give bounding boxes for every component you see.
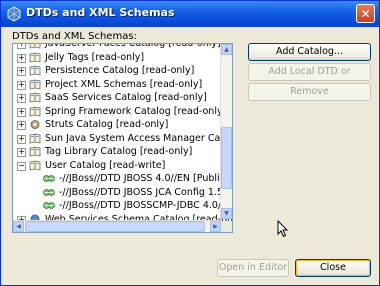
catalog-book-icon bbox=[29, 79, 41, 90]
expand-icon[interactable]: + bbox=[17, 67, 26, 76]
window-title: DTDs and XML Schemas bbox=[26, 6, 175, 19]
catalog-book-icon bbox=[29, 133, 41, 144]
tree-item[interactable]: + Tag Library Catalog [read-only] bbox=[13, 145, 221, 159]
scroll-left-arrow-icon[interactable]: ◀ bbox=[13, 221, 24, 232]
tree-item[interactable]: -//JBoss//DTD JBOSSCMP-JDBC 4.0//EN [P bbox=[13, 199, 232, 213]
dtd-entry-icon bbox=[43, 187, 55, 198]
tree-item-label: Struts Catalog [read-only] bbox=[45, 119, 169, 130]
open-in-editor-label: Open in Editor bbox=[218, 262, 288, 273]
tree-item-label: Sun Java System Access Manager Catalog [… bbox=[45, 132, 232, 144]
collapse-icon[interactable]: − bbox=[17, 161, 26, 171]
tree-item-label: Spring Framework Catalog [read-only] bbox=[45, 105, 227, 117]
tree-item[interactable]: + Persistence Catalog [read-only] bbox=[13, 64, 221, 78]
netbeans-app-icon bbox=[6, 6, 22, 22]
tree-item[interactable]: -//JBoss//DTD JBOSS JCA Config 1.5//EN [… bbox=[13, 186, 232, 200]
catalog-book-icon bbox=[29, 65, 41, 76]
scroll-up-arrow-icon[interactable]: ▲ bbox=[221, 44, 232, 55]
tree-item-label: -//JBoss//DTD JBOSSCMP-JDBC 4.0//EN [P bbox=[59, 200, 233, 211]
expand-icon[interactable]: + bbox=[17, 53, 26, 63]
tree-item[interactable]: + Sun Java System Access Manager Catalog … bbox=[13, 132, 232, 146]
scroll-down-arrow-icon[interactable]: ▼ bbox=[221, 208, 232, 219]
tree-item[interactable]: + Jelly Tags [read-only] bbox=[13, 51, 221, 65]
add-catalog-button[interactable]: Add Catalog... bbox=[248, 43, 371, 61]
add-local-dtd-button[interactable]: Add Local DTD or Schema... bbox=[248, 63, 371, 93]
dtds-schemas-dialog: DTDs and XML Schemas ✕ DTDs and XML Sche… bbox=[0, 0, 380, 286]
scroll-right-arrow-icon[interactable]: ▶ bbox=[210, 221, 221, 232]
catalog-book-icon bbox=[29, 52, 41, 63]
tree-item-label: Project XML Schemas [read-only] bbox=[45, 78, 203, 90]
tree-item-label: Tag Library Catalog [read-only] bbox=[45, 146, 193, 157]
open-in-editor-button[interactable]: Open in Editor bbox=[217, 259, 289, 277]
tree-item-label: Persistence Catalog [read-only] bbox=[45, 65, 195, 76]
tree-label: DTDs and XML Schemas: bbox=[12, 31, 137, 42]
tree-item[interactable]: − User Catalog [read-write] bbox=[13, 159, 221, 173]
tree-item-label: -//JBoss//DTD JBOSS JCA Config 1.5//EN [… bbox=[59, 186, 232, 198]
catalog-book-icon bbox=[29, 146, 41, 157]
expand-icon[interactable]: + bbox=[17, 121, 26, 130]
tree-item-label: User Catalog [read-write] bbox=[45, 159, 166, 171]
expand-icon[interactable]: + bbox=[17, 44, 26, 49]
tree-item[interactable]: + SaaS Services Catalog [read-only] bbox=[13, 91, 221, 105]
catalog-book-icon bbox=[29, 92, 41, 103]
tree-item-label: -//JBoss//DTD JBOSS 4.0//EN [Public ID] bbox=[59, 173, 233, 184]
tree-item[interactable]: + Project XML Schemas [read-only] bbox=[13, 78, 221, 92]
dtd-entry-icon bbox=[43, 173, 55, 184]
tree-item[interactable]: + Struts Catalog [read-only] bbox=[13, 118, 221, 132]
catalog-book-icon bbox=[29, 106, 41, 117]
catalog-book-icon bbox=[29, 160, 41, 171]
catalog-book-icon bbox=[29, 44, 41, 49]
add-catalog-label: Add Catalog... bbox=[276, 46, 343, 57]
remove-label: Remove bbox=[290, 86, 329, 97]
title-bar[interactable]: DTDs and XML Schemas ✕ bbox=[1, 1, 379, 27]
tree-item[interactable]: + JavaServer Faces Catalog [read-only] bbox=[13, 43, 221, 51]
horizontal-scrollbar[interactable]: ◀ ▶ bbox=[13, 220, 221, 232]
scroll-corner bbox=[221, 221, 232, 232]
close-button[interactable]: Close bbox=[295, 259, 371, 277]
close-label: Close bbox=[320, 262, 346, 273]
tree-item-label: JavaServer Faces Catalog [read-only] bbox=[45, 43, 221, 49]
expand-icon[interactable]: + bbox=[17, 134, 26, 144]
tree-item[interactable]: + Spring Framework Catalog [read-only] bbox=[13, 105, 226, 119]
vertical-scrollbar[interactable]: ▲ ▼ bbox=[220, 44, 232, 219]
mouse-pointer-icon bbox=[277, 220, 289, 238]
catalog-tree[interactable]: + JavaServer Faces Catalog [read-only] + Je… bbox=[12, 43, 233, 233]
expand-icon[interactable]: + bbox=[17, 107, 26, 117]
catalog-tree-items: + JavaServer Faces Catalog [read-only] + Je… bbox=[13, 43, 232, 226]
tree-item-label: SaaS Services Catalog [read-only] bbox=[45, 92, 207, 103]
expand-icon[interactable]: + bbox=[17, 80, 26, 90]
tree-item-label: Jelly Tags [read-only] bbox=[45, 51, 145, 63]
dtd-entry-icon bbox=[43, 200, 55, 211]
vertical-scroll-thumb[interactable] bbox=[221, 127, 232, 189]
catalog-gear-icon bbox=[29, 119, 41, 130]
tree-item[interactable]: -//JBoss//DTD JBOSS 4.0//EN [Public ID] bbox=[13, 172, 232, 186]
remove-button[interactable]: Remove bbox=[248, 83, 371, 101]
horizontal-scroll-thumb[interactable] bbox=[25, 221, 205, 232]
expand-icon[interactable]: + bbox=[17, 148, 26, 157]
expand-icon[interactable]: + bbox=[17, 94, 26, 103]
window-close-button[interactable]: ✕ bbox=[356, 4, 375, 23]
